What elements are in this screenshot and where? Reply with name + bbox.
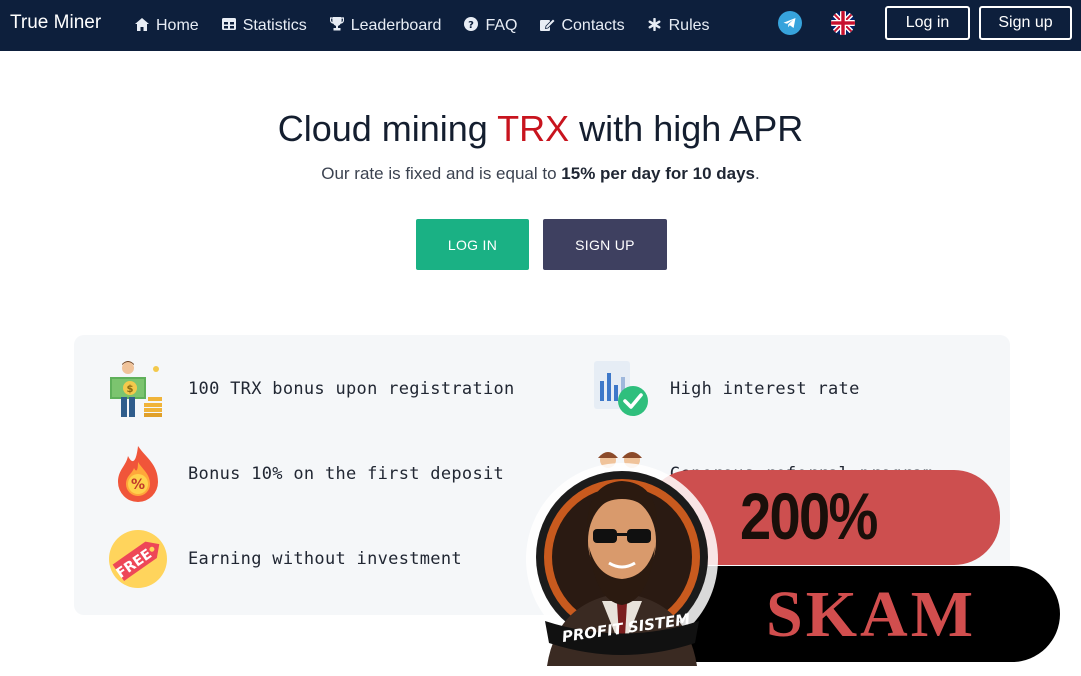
svg-text:?: ?: [469, 20, 475, 31]
edit-icon: [539, 17, 556, 34]
profit-sistem-badge: PROFIT SISTEM: [517, 461, 727, 666]
hero-subtitle-post: .: [755, 164, 760, 183]
hero-login-button[interactable]: LOG IN: [416, 219, 529, 270]
nav-item-label: Leaderboard: [350, 16, 442, 34]
nav-item-label: Rules: [668, 16, 710, 34]
nav-item-label: Contacts: [561, 16, 625, 34]
feature-text: High interest rate: [670, 379, 860, 399]
overlay-black-text: SKAM: [766, 578, 976, 651]
question-icon: ?: [463, 17, 479, 34]
nav-item-label: Home: [156, 16, 199, 34]
hero-title-accent: TRX: [497, 108, 570, 149]
nav-item-leaderboard[interactable]: Leaderboard: [329, 16, 442, 35]
asterisk-icon: [647, 17, 663, 34]
nav-item-faq[interactable]: ? FAQ: [463, 17, 517, 35]
home-icon: [134, 17, 150, 34]
trophy-icon: [329, 17, 345, 34]
hero-title-pre: Cloud mining: [277, 108, 498, 149]
money-man-icon: $: [108, 359, 168, 419]
hero-subtitle-bold: 15% per day for 10 days: [561, 164, 755, 183]
feature-item: FREE Earning without investment: [108, 529, 462, 589]
telegram-icon[interactable]: [778, 11, 802, 35]
nav-item-contacts[interactable]: Contacts: [539, 16, 625, 35]
hero-signup-button[interactable]: SIGN UP: [543, 219, 667, 270]
nav-links: Home Statistics Leaderboard ? FAQ Contac…: [134, 0, 732, 51]
svg-text:$: $: [127, 384, 134, 395]
feature-item: % Bonus 10% on the first deposit: [108, 444, 504, 504]
nav-item-rules[interactable]: Rules: [647, 17, 710, 35]
nav-item-statistics[interactable]: Statistics: [221, 17, 307, 35]
percent-fire-icon: %: [108, 444, 168, 504]
feature-item: High interest rate: [590, 359, 860, 419]
hero-subtitle: Our rate is fixed and is equal to 15% pe…: [0, 164, 1081, 184]
feature-item: $ 100 TRX bonus upon registration: [108, 359, 515, 419]
hero-title: Cloud mining TRX with high APR: [0, 108, 1081, 150]
uk-flag-icon[interactable]: [831, 11, 855, 35]
brand-logo[interactable]: True Miner: [10, 12, 101, 34]
nav-item-label: Statistics: [242, 16, 307, 34]
overlay-red-text: 200%: [740, 479, 878, 553]
feature-text: Bonus 10% on the first deposit: [188, 464, 505, 484]
hero-subtitle-pre: Our rate is fixed and is equal to: [321, 164, 562, 183]
nav-item-home[interactable]: Home: [134, 17, 199, 35]
svg-text:%: %: [131, 477, 145, 493]
nav-login-button[interactable]: Log in: [885, 6, 970, 40]
table-icon: [221, 18, 237, 33]
top-navbar: True Miner Home Statistics Leaderboard ?…: [0, 0, 1081, 51]
feature-text: Earning without investment: [188, 549, 462, 569]
free-tag-icon: FREE: [108, 529, 168, 589]
nav-item-label: FAQ: [485, 16, 518, 34]
nav-signup-button[interactable]: Sign up: [979, 6, 1072, 40]
chart-check-icon: [590, 359, 650, 419]
feature-text: 100 TRX bonus upon registration: [188, 379, 515, 399]
hero-title-post: with high APR: [569, 108, 804, 149]
